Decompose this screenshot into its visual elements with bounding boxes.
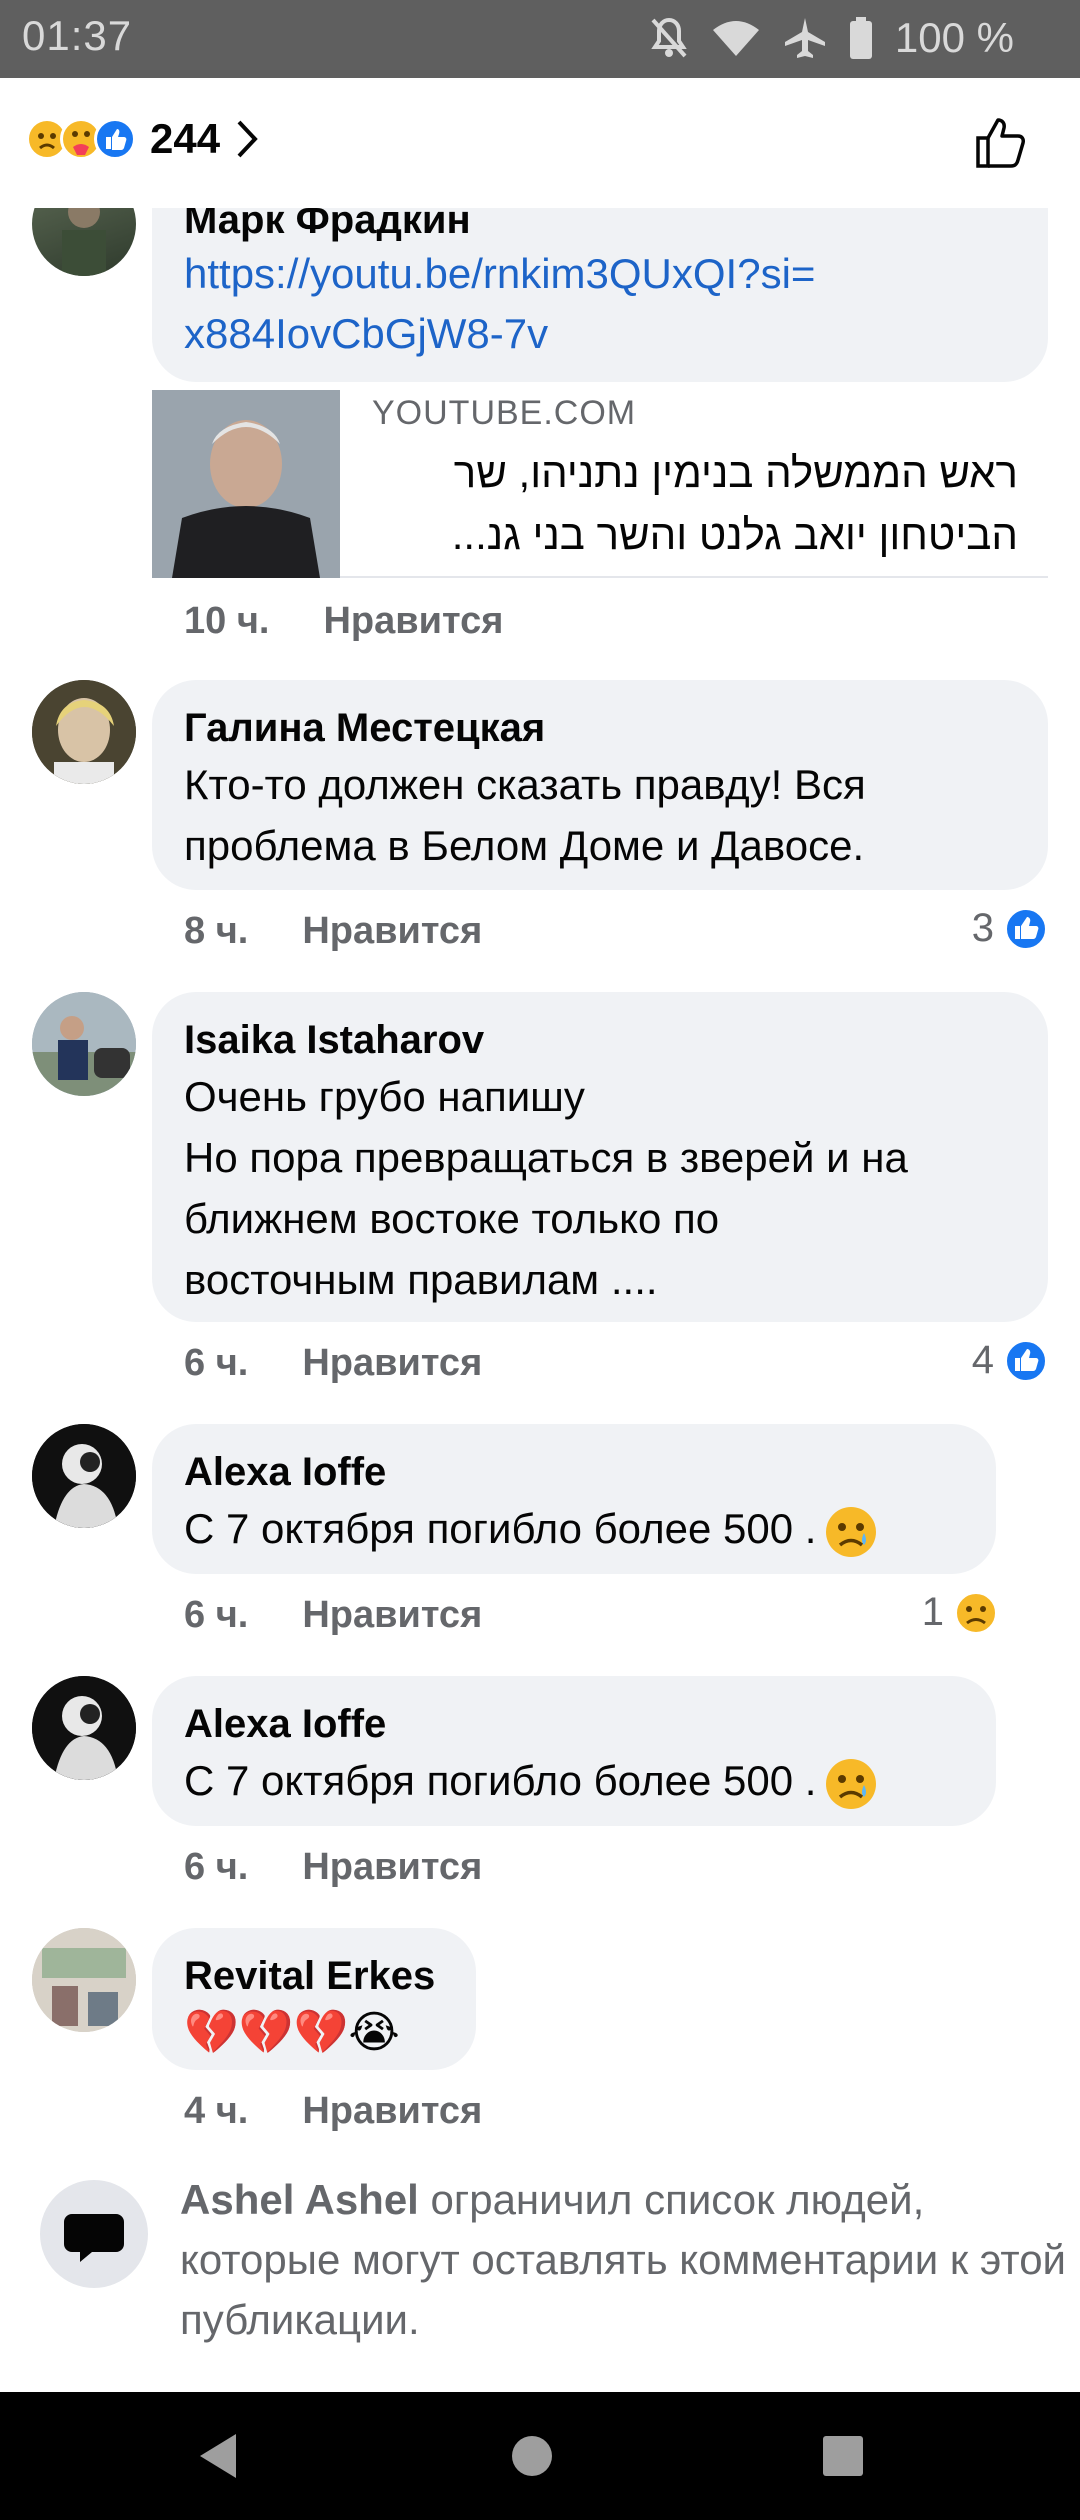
comment-text: Очень грубо напишу Но пора превращаться … [184,1073,908,1303]
like-link[interactable]: Нравится [323,600,503,643]
link-preview[interactable]: YOUTUBE.COM ראש הממשלה בנימין נתניהו, שר… [152,390,1048,578]
comment-time: 6 ч. [184,1846,249,1888]
comment-text: Кто-то должен сказать правду! Вся пробле… [184,761,866,869]
preview-title: ראש הממשלה בנימין נתניהו, שר הביטחון יוא… [451,449,1018,558]
comment-time: 8 ч. [184,910,249,952]
comment-meta: 8 ч. Нравится [184,910,482,953]
comment-time: 6 ч. [184,1342,249,1384]
like-link[interactable]: Нравится [302,2090,482,2133]
comment-text: 💔💔💔😭 [184,2007,400,2058]
comment-icon [64,2214,124,2262]
avatar[interactable] [32,1424,136,1528]
sad-reaction-icon [955,1591,997,1634]
like-reaction-icon [94,118,136,160]
like-reaction-icon [1005,907,1047,950]
comment-link[interactable]: https://youtu.be/rnkim3QUxQI?si= x884Iov… [184,244,815,364]
comment-meta: 6 ч. Нравится [184,1342,482,1385]
sad-emoji-icon [826,1758,877,1809]
avatar[interactable] [32,1676,136,1780]
status-icons: 100 % [649,14,1014,62]
comment-meta: 10 ч. Нравится [184,600,503,643]
battery-percent: 100 % [894,14,1014,61]
like-link[interactable]: Нравится [302,910,482,953]
avatar[interactable] [32,992,136,1096]
comment-author[interactable]: Галина Местецкая [184,702,1016,754]
wifi-icon [712,21,759,56]
comment-bubble: Revital Erkes 💔💔💔😭 [152,1928,476,2070]
comment-time: 4 ч. [184,2090,249,2132]
comment-bubble: Isaika Istaharov Очень грубо напишу Но п… [152,992,1048,1322]
comment-time: 10 ч. [184,600,270,642]
comment-author[interactable]: Alexa Ioffe [184,1698,964,1750]
comment-text: С 7 октября погибло более 500 . [184,1498,964,1559]
like-reaction-icon [1005,1339,1047,1382]
comment-text: С 7 октября погибло более 500 . [184,1750,964,1811]
preview-domain: YOUTUBE.COM [372,394,637,432]
home-icon[interactable] [510,2434,554,2478]
like-link[interactable]: Нравится [302,1846,482,1889]
status-bar: 01:37 100 % [0,0,1080,78]
reactions-header: 244 [0,78,1080,208]
back-icon[interactable] [196,2432,240,2480]
status-time: 01:37 [22,12,133,59]
reaction-count: 1 [921,1590,944,1634]
comment-meta: 6 ч. Нравится [184,1846,482,1889]
like-link[interactable]: Нравится [302,1594,482,1637]
reaction-count: 4 [971,1338,994,1382]
comment-author[interactable]: Alexa Ioffe [184,1446,964,1498]
recents-icon[interactable] [822,2435,864,2477]
comment-author[interactable]: Revital Erkes [184,1950,444,2002]
chevron-right-icon [237,120,258,158]
comment-meta: 4 ч. Нравится [184,2090,482,2133]
comment-reactions[interactable]: 1 [922,1590,998,1635]
sad-emoji-icon [826,1506,877,1557]
comment-bubble: Галина Местецкая Кто-то должен сказать п… [152,680,1048,890]
notice-text: Ashel Ashel ограничил список людей, кото… [180,2170,1070,2350]
comment-text-content: С 7 октября погибло более 500 . [184,1505,817,1552]
comment-text-content: С 7 октября погибло более 500 . [184,1757,817,1804]
comment-reactions[interactable]: 4 [972,1338,1048,1383]
comment-meta: 6 ч. Нравится [184,1594,482,1637]
avatar[interactable] [32,1928,136,2032]
comment-author[interactable]: Isaika Istaharov [184,1014,1016,1066]
comment-time: 6 ч. [184,1594,249,1636]
comment-reactions[interactable]: 3 [972,906,1048,951]
like-icon[interactable] [974,114,1030,170]
comment-bubble: Alexa Ioffe С 7 октября погибло более 50… [152,1676,996,1826]
system-nav-bar [0,2392,1080,2520]
airplane-icon [784,18,825,58]
comment-icon-container [40,2180,148,2288]
reaction-count: 244 [150,115,221,162]
preview-thumbnail [152,390,340,578]
like-link[interactable]: Нравится [302,1342,482,1385]
reaction-count: 3 [971,906,994,950]
notice-author[interactable]: Ashel Ashel [180,2176,419,2223]
battery-icon [849,17,872,59]
avatar[interactable] [32,680,136,784]
reactions-summary[interactable]: 244 [26,115,258,163]
comment-bubble: Alexa Ioffe С 7 октября погибло более 50… [152,1424,996,1574]
dnd-off-icon [651,17,687,58]
